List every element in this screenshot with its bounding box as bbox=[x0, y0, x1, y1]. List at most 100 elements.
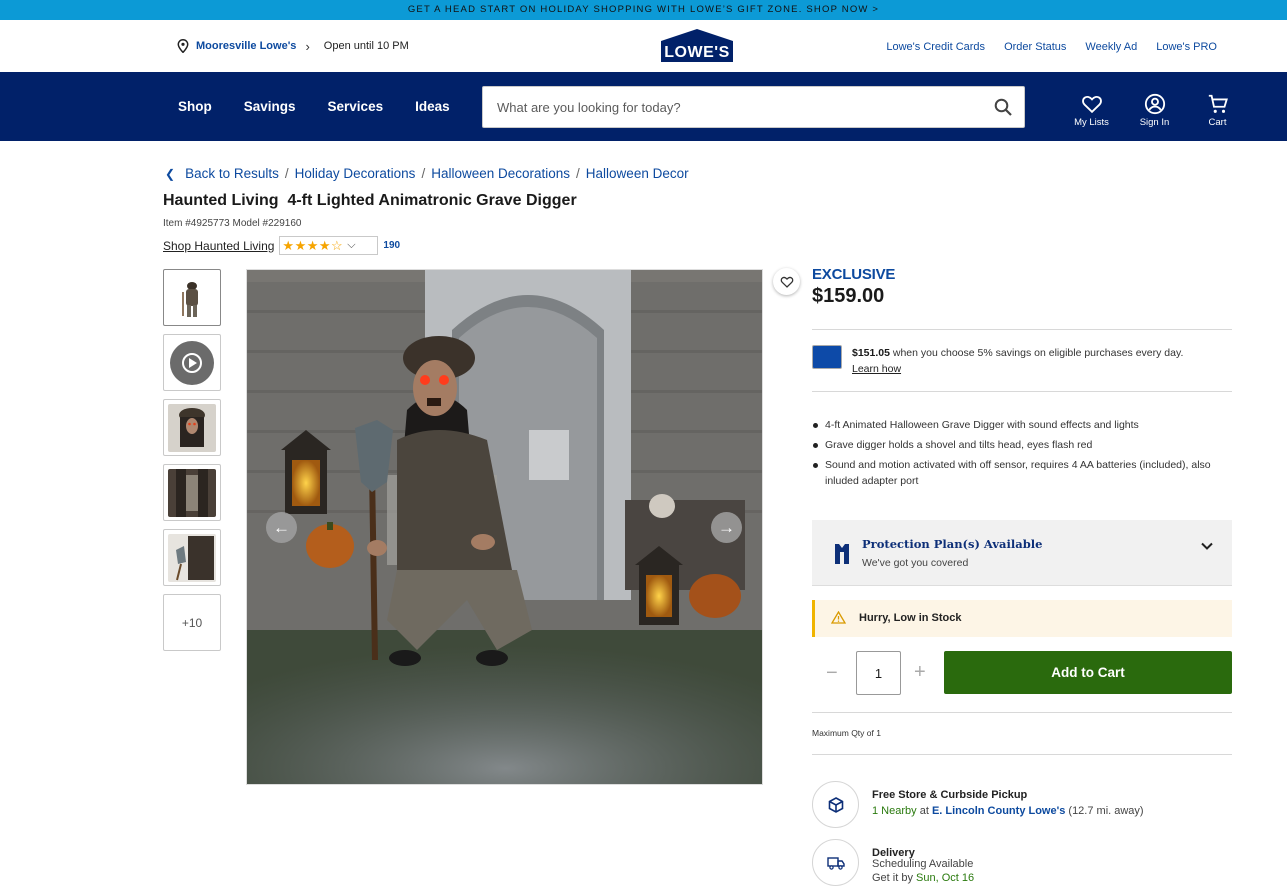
thumbnail-video[interactable] bbox=[163, 334, 221, 391]
search-box bbox=[482, 86, 1025, 128]
my-lists-button[interactable]: My Lists bbox=[1060, 72, 1123, 141]
star-icon: ★ bbox=[306, 237, 319, 253]
divider bbox=[812, 391, 1232, 392]
star-half-icon: ★ bbox=[318, 237, 332, 253]
cart-button[interactable]: Cart bbox=[1186, 72, 1249, 141]
chevron-left-icon: ❮ bbox=[165, 166, 176, 181]
rating-stars[interactable]: ★ ★ ★ ★ ☆ ⌵ bbox=[279, 236, 379, 255]
divider bbox=[812, 712, 1232, 713]
back-to-results-link[interactable]: Back to Results bbox=[185, 166, 279, 181]
favorite-button[interactable] bbox=[773, 268, 800, 295]
breadcrumb-item[interactable]: Holiday Decorations bbox=[295, 166, 416, 181]
nav-savings[interactable]: Savings bbox=[244, 99, 296, 114]
store-name[interactable]: Mooresville Lowe's bbox=[196, 40, 296, 52]
protection-plan-panel[interactable]: Protection Plan(s) Available We've got y… bbox=[812, 520, 1232, 586]
nav-shop[interactable]: Shop bbox=[178, 99, 212, 114]
breadcrumb-separator: / bbox=[576, 166, 580, 181]
warning-icon bbox=[831, 611, 846, 624]
pickup-option[interactable]: Free Store & Curbside Pickup 1 Nearby at… bbox=[812, 781, 1232, 831]
heart-outline-icon bbox=[780, 276, 793, 288]
store-selector[interactable]: Mooresville Lowe's › Open until 10 PM bbox=[177, 39, 409, 53]
credit-card-offer: $151.05 when you choose 5% savings on el… bbox=[812, 345, 1232, 377]
nav-services[interactable]: Services bbox=[328, 99, 384, 114]
nav-ideas[interactable]: Ideas bbox=[415, 99, 450, 114]
link-credit-cards[interactable]: Lowe's Credit Cards bbox=[886, 41, 985, 53]
learn-how-link[interactable]: Learn how bbox=[852, 363, 901, 375]
grave-digger-thumbnail bbox=[168, 273, 216, 322]
truck-icon bbox=[826, 856, 845, 870]
thumbnail-image[interactable] bbox=[163, 464, 221, 521]
link-weekly-ad[interactable]: Weekly Ad bbox=[1085, 41, 1137, 53]
pickup-icon-wrap bbox=[812, 781, 859, 828]
breadcrumb: ❮ Back to Results / Holiday Decorations … bbox=[165, 166, 689, 181]
divider bbox=[812, 329, 1232, 330]
low-stock-text: Hurry, Low in Stock bbox=[859, 612, 962, 624]
my-lists-label: My Lists bbox=[1074, 117, 1109, 128]
pickup-at: at bbox=[916, 805, 932, 817]
delivery-date: Sun, Oct 16 bbox=[916, 872, 975, 884]
package-icon bbox=[828, 796, 843, 813]
promo-banner[interactable]: GET A HEAD START ON HOLIDAY SHOPPING WIT… bbox=[0, 0, 1287, 20]
brand-rating-row: Shop Haunted Living ★ ★ ★ ★ ☆ ⌵ 190 bbox=[163, 236, 400, 255]
delivery-scheduling: Scheduling Available bbox=[872, 858, 974, 870]
star-empty-icon: ☆ bbox=[331, 237, 344, 253]
svg-text:LOWE'S: LOWE'S bbox=[664, 44, 729, 61]
product-main-image[interactable]: ← → bbox=[246, 269, 763, 785]
link-order-status[interactable]: Order Status bbox=[1004, 41, 1066, 53]
search-icon[interactable] bbox=[994, 98, 1012, 116]
breadcrumb-item[interactable]: Halloween Decor bbox=[586, 166, 689, 181]
breadcrumb-separator: / bbox=[284, 166, 289, 181]
lowes-logo[interactable]: LOWE'S bbox=[661, 29, 733, 62]
grave-digger-face-thumbnail bbox=[168, 403, 216, 452]
thumbnail-list: +10 bbox=[163, 269, 221, 659]
costume-detail-thumbnail bbox=[168, 468, 216, 517]
cart-icon bbox=[1208, 94, 1228, 113]
video-thumbnail bbox=[168, 338, 216, 387]
chevron-down-icon[interactable] bbox=[1200, 539, 1214, 553]
pickup-store-link[interactable]: E. Lincoln County Lowe's bbox=[932, 805, 1065, 817]
credit-card-icon bbox=[812, 345, 842, 369]
pickup-distance: (12.7 mi. away) bbox=[1065, 805, 1144, 817]
review-count[interactable]: 190 bbox=[383, 240, 400, 251]
thumbnail-image[interactable] bbox=[163, 529, 221, 586]
offer-text: when you choose 5% savings on eligible p… bbox=[889, 347, 1184, 359]
highlight-item: 4-ft Animated Halloween Grave Digger wit… bbox=[812, 417, 1222, 433]
shovel-detail-thumbnail bbox=[168, 533, 216, 582]
pickup-title: Free Store & Curbside Pickup bbox=[872, 789, 1028, 801]
heart-icon bbox=[1081, 96, 1102, 114]
sign-in-button[interactable]: Sign In bbox=[1123, 72, 1186, 141]
product-price: $159.00 bbox=[812, 285, 885, 307]
main-nav: Shop Savings Services Ideas My Lists Sig… bbox=[0, 72, 1287, 141]
breadcrumb-item[interactable]: Halloween Decorations bbox=[431, 166, 570, 181]
buy-box: EXCLUSIVE $159.00 bbox=[812, 266, 1232, 308]
add-to-cart-button[interactable]: Add to Cart bbox=[944, 651, 1232, 694]
utility-links: Lowe's Credit Cards Order Status Weekly … bbox=[886, 41, 1217, 53]
sign-in-label: Sign In bbox=[1139, 117, 1170, 128]
product-highlights: 4-ft Animated Halloween Grave Digger wit… bbox=[812, 417, 1222, 493]
thumbnail-image[interactable] bbox=[163, 269, 221, 326]
pickup-details: 1 Nearby at E. Lincoln County Lowe's (12… bbox=[872, 805, 1144, 817]
pickup-nearby[interactable]: 1 Nearby bbox=[872, 805, 917, 817]
gallery-next-button[interactable]: → bbox=[711, 512, 742, 543]
exclusive-badge: EXCLUSIVE bbox=[812, 266, 896, 283]
grave-digger-image bbox=[247, 270, 762, 784]
breadcrumb-separator: / bbox=[421, 166, 426, 181]
thumbnail-image[interactable] bbox=[163, 399, 221, 456]
chevron-right-icon: › bbox=[305, 38, 310, 54]
gallery-prev-button[interactable]: ← bbox=[266, 512, 297, 543]
utility-bar: Mooresville Lowe's › Open until 10 PM LO… bbox=[0, 20, 1287, 72]
delivery-get-it: Get it by bbox=[872, 872, 917, 884]
thumbnail-more[interactable]: +10 bbox=[163, 594, 221, 651]
store-hours: Open until 10 PM bbox=[323, 40, 409, 52]
low-stock-alert: Hurry, Low in Stock bbox=[812, 600, 1232, 637]
shop-brand-link[interactable]: Shop Haunted Living bbox=[163, 239, 274, 253]
item-model-number: Item #4925773 Model #229160 bbox=[163, 218, 302, 229]
link-lowes-pro[interactable]: Lowe's PRO bbox=[1156, 41, 1217, 53]
quantity-input[interactable]: 1 bbox=[856, 651, 901, 695]
delivery-option[interactable]: Delivery Scheduling Available Get it by … bbox=[812, 839, 1232, 889]
qty-decrease-button[interactable]: − bbox=[826, 662, 838, 685]
more-images-count: +10 bbox=[181, 615, 203, 630]
highlight-item: Grave digger holds a shovel and tilts he… bbox=[812, 437, 1222, 453]
search-input[interactable] bbox=[483, 87, 983, 127]
qty-increase-button[interactable]: + bbox=[914, 661, 926, 684]
